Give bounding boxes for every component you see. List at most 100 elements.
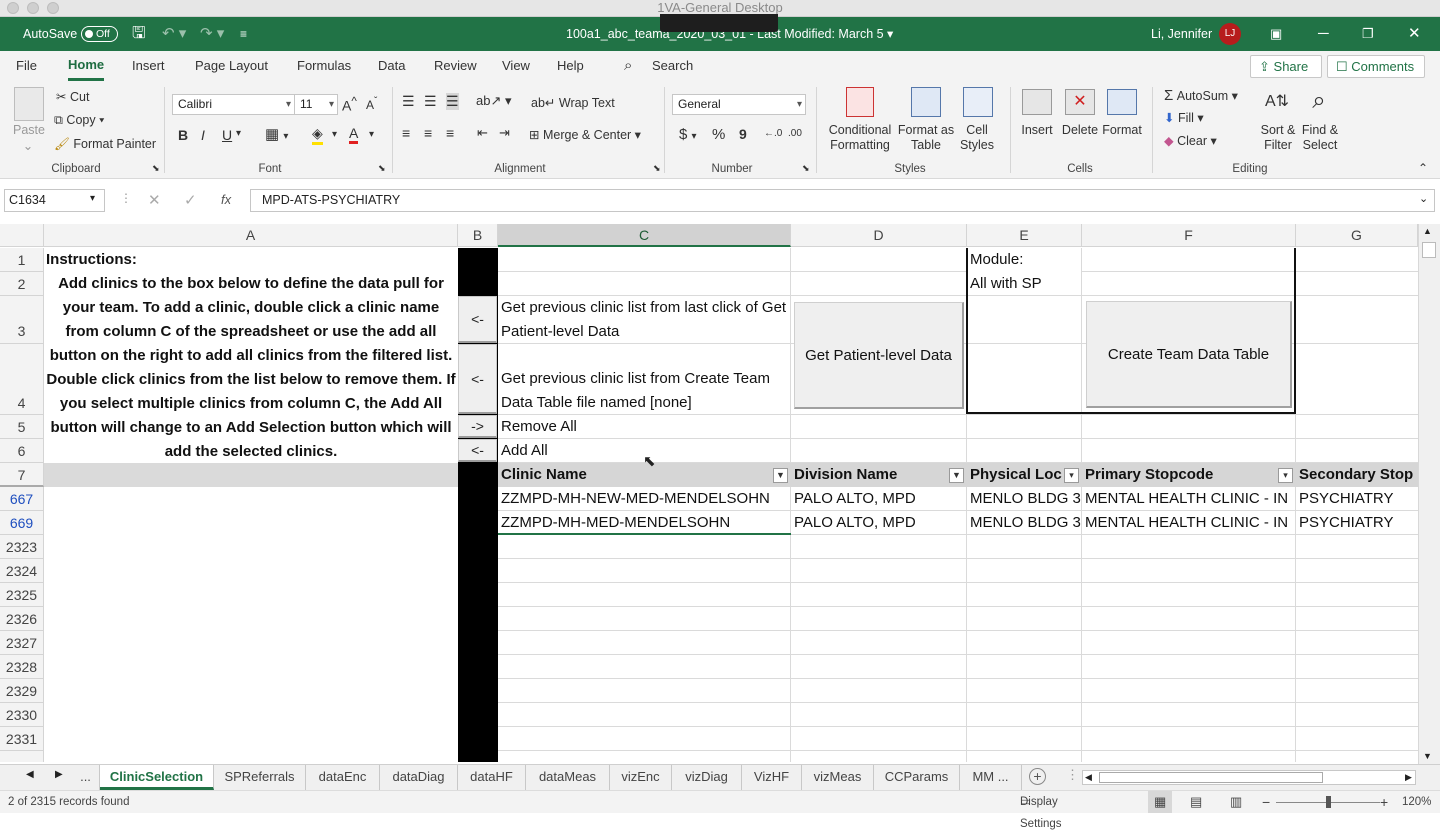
ribbon-display-icon[interactable]: ▣ — [1270, 17, 1282, 51]
zoom-level[interactable]: 120% — [1402, 791, 1431, 813]
table-cell[interactable]: PALO ALTO, MPD — [794, 487, 964, 511]
hscroll-thumb[interactable] — [1099, 772, 1323, 783]
column-header[interactable]: F — [1082, 224, 1296, 247]
zoom-in-icon[interactable]: + — [1380, 791, 1388, 813]
column-header[interactable]: C — [498, 224, 791, 247]
copy-button[interactable]: ⧉ Copy ▾ — [54, 113, 104, 128]
insert-cells-button[interactable]: Insert — [1015, 123, 1059, 138]
get-prev-create-button[interactable]: <- — [458, 344, 497, 414]
comma-style-button[interactable]: 9 — [739, 126, 747, 142]
collapse-ribbon-icon[interactable]: ⌃ — [1418, 161, 1428, 175]
filter-active-icon[interactable]: ▼ — [773, 468, 788, 483]
row-header[interactable]: 2328 — [0, 655, 44, 679]
avatar[interactable]: LJ — [1219, 23, 1241, 45]
decrease-decimal-icon[interactable]: .00 — [788, 128, 802, 139]
increase-indent-icon[interactable]: ⇥ — [499, 125, 510, 141]
format-cells-icon[interactable] — [1107, 89, 1137, 115]
tab-page-layout[interactable]: Page Layout — [195, 51, 268, 81]
table-cell[interactable]: PSYCHIATRY — [1299, 487, 1418, 511]
tab-vizenc[interactable]: vizEnc — [610, 765, 672, 790]
wrap-text-button[interactable]: ab↵ Wrap Text — [531, 95, 615, 110]
tab-vizhf[interactable]: VizHF — [742, 765, 802, 790]
get-prev-last-click-button[interactable]: <- — [458, 296, 497, 343]
tab-scroll-right-icon[interactable]: ▶ — [55, 769, 63, 780]
save-icon[interactable]: 🖫 — [132, 17, 146, 51]
hscroll-right-icon[interactable]: ▶ — [1405, 771, 1412, 784]
table-cell[interactable]: MENLO BLDG 3 — [970, 487, 1081, 511]
tab-more-right[interactable]: MM ... — [960, 765, 1022, 790]
align-middle-icon[interactable]: ☰ — [424, 93, 437, 110]
tab-help[interactable]: Help — [557, 51, 584, 81]
paste-dropdown-icon[interactable]: ⌄ — [22, 139, 34, 154]
fill-button[interactable]: ⬇ Fill ▾ — [1164, 110, 1204, 125]
find-select-button[interactable]: Find & Select — [1296, 123, 1344, 153]
row-header[interactable]: 5 — [0, 415, 44, 439]
align-center-icon[interactable]: ≡ — [424, 125, 432, 141]
row-header[interactable]: 2326 — [0, 607, 44, 631]
filter-dropdown-icon[interactable]: ▾ — [1064, 468, 1079, 483]
comments-button[interactable]: ☐ Comments — [1327, 55, 1425, 78]
font-color-dropdown-icon[interactable]: ▾ — [369, 129, 374, 140]
percent-button[interactable]: % — [712, 126, 725, 143]
row-header[interactable]: 7 — [0, 463, 44, 487]
increase-font-icon[interactable]: A^ — [342, 95, 357, 114]
table-cell[interactable]: MENTAL HEALTH CLINIC - IN — [1085, 511, 1295, 535]
tab-formulas[interactable]: Formulas — [297, 51, 351, 81]
user-name[interactable]: Li, Jennifer — [1151, 17, 1212, 51]
page-break-view-icon[interactable]: ▥ — [1230, 791, 1242, 813]
insert-function-icon[interactable]: fx — [221, 192, 231, 207]
autosum-button[interactable]: Σ AutoSum ▾ — [1164, 87, 1238, 104]
clear-button[interactable]: ◆ Clear ▾ — [1164, 133, 1217, 148]
row-header[interactable]: 2331 — [0, 727, 44, 751]
align-top-icon[interactable]: ☰ — [402, 93, 415, 110]
get-patient-level-data-button[interactable]: Get Patient-level Data — [794, 302, 964, 409]
align-left-icon[interactable]: ≡ — [402, 125, 410, 141]
tab-home[interactable]: Home — [68, 51, 105, 81]
alignment-launcher-icon[interactable]: ⬊ — [653, 163, 661, 174]
name-box-dropdown-icon[interactable]: ▾ — [90, 193, 95, 204]
formula-input[interactable]: MPD-ATS-PSYCHIATRY — [250, 189, 1435, 212]
borders-icon[interactable]: ▦ ▾ — [265, 125, 288, 143]
row-header[interactable]: 2330 — [0, 703, 44, 727]
align-right-icon[interactable]: ≡ — [446, 125, 454, 141]
decrease-font-icon[interactable]: Aˇ — [366, 96, 377, 112]
row-header[interactable]: 2329 — [0, 679, 44, 703]
remote-desktop-bar[interactable] — [660, 14, 778, 32]
table-cell[interactable]: MENLO BLDG 3 — [970, 511, 1081, 535]
conditional-formatting-icon[interactable] — [846, 87, 874, 117]
row-header[interactable]: 2324 — [0, 559, 44, 583]
column-header[interactable]: B — [458, 224, 498, 247]
tab-more-left[interactable]: ... — [72, 765, 100, 790]
underline-dropdown-icon[interactable]: ▾ — [236, 128, 241, 139]
normal-view-icon[interactable]: ▦ — [1148, 791, 1173, 813]
tab-datadiag[interactable]: dataDiag — [380, 765, 458, 790]
cut-button[interactable]: ✂ Cut — [56, 89, 89, 104]
confirm-entry-icon[interactable]: ✓ — [184, 191, 197, 209]
format-as-table-icon[interactable] — [911, 87, 941, 117]
format-painter-button[interactable]: 🖌 Format Painter — [54, 137, 156, 152]
tab-splitter-icon[interactable]: ⋮ — [1066, 767, 1079, 783]
font-size-combo[interactable]: 11 — [294, 94, 338, 115]
increase-decimal-icon[interactable]: ←.0 — [764, 128, 782, 139]
add-sheet-icon[interactable]: + — [1029, 768, 1046, 785]
font-name-combo[interactable]: Calibri — [172, 94, 295, 115]
tab-dataenc[interactable]: dataEnc — [306, 765, 380, 790]
row-header[interactable]: 4 — [0, 344, 44, 415]
cell-styles-icon[interactable] — [963, 87, 993, 117]
delete-cells-icon[interactable]: ✕ — [1065, 89, 1095, 115]
cell-styles-button[interactable]: Cell Styles — [954, 123, 1000, 153]
column-header[interactable]: G — [1296, 224, 1418, 247]
search-input[interactable]: Search — [652, 51, 693, 81]
orientation-icon[interactable]: ab↗ ▾ — [476, 93, 512, 109]
row-header[interactable]: 3 — [0, 296, 44, 344]
row-header[interactable]: 1 — [0, 248, 44, 272]
bold-button[interactable]: B — [178, 127, 188, 143]
font-launcher-icon[interactable]: ⬊ — [378, 163, 386, 174]
italic-button[interactable]: I — [201, 127, 205, 143]
tab-ccparams[interactable]: CCParams — [874, 765, 960, 790]
tab-data[interactable]: Data — [378, 51, 405, 81]
row-header[interactable]: 667 — [0, 487, 44, 511]
restore-icon[interactable]: ❐ — [1362, 17, 1374, 51]
scroll-up-icon[interactable]: ▲ — [1423, 226, 1432, 236]
tab-view[interactable]: View — [502, 51, 530, 81]
